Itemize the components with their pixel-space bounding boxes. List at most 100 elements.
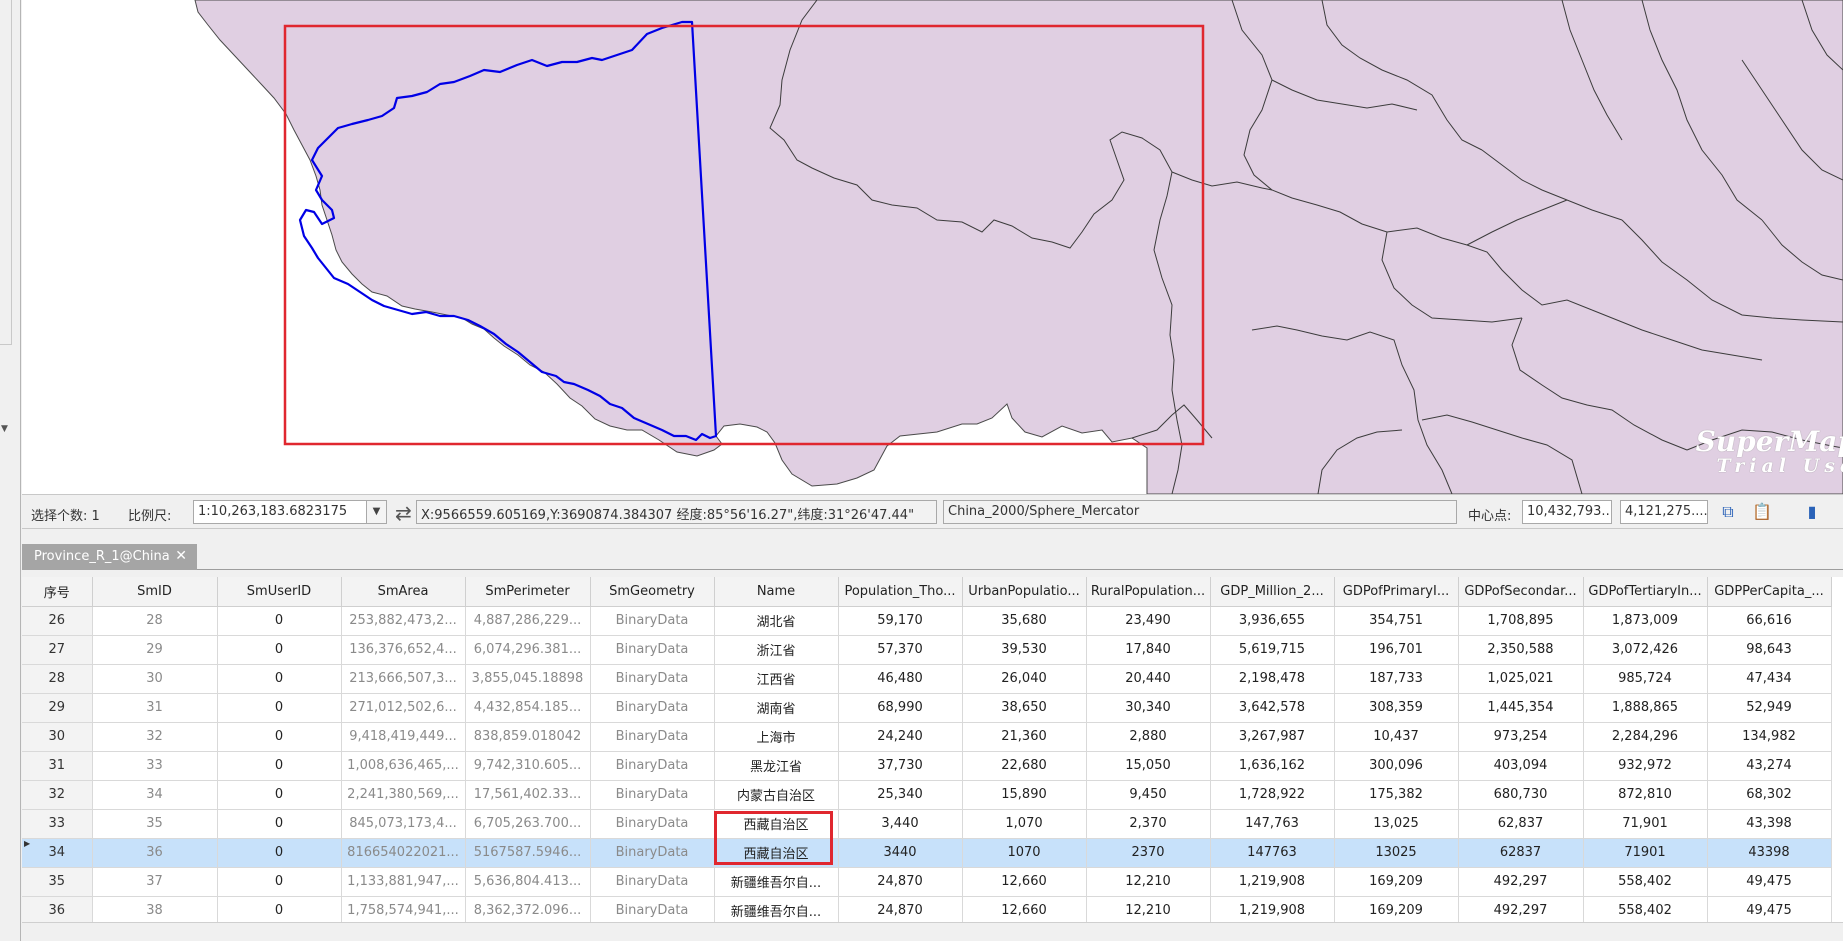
table-cell[interactable]: 3440	[838, 838, 963, 868]
table-cell[interactable]: 39,530	[962, 635, 1087, 665]
close-icon[interactable]: ✕	[175, 548, 187, 564]
row-index-cell[interactable]: 36	[22, 896, 93, 922]
table-cell[interactable]: 147,763	[1210, 809, 1335, 839]
table-cell[interactable]: BinaryData	[590, 606, 715, 636]
table-cell[interactable]: 169,209	[1334, 867, 1459, 897]
attribute-table[interactable]: 序号 SmID SmUserID SmArea SmPerimeter SmGeometr…	[22, 577, 1843, 922]
center-y-input[interactable]: 4,121,275....	[1620, 500, 1708, 524]
table-cell[interactable]: 134,982	[1707, 722, 1832, 752]
table-cell[interactable]: 1,133,881,947,...	[341, 867, 466, 897]
table-cell[interactable]: BinaryData	[590, 635, 715, 665]
table-cell[interactable]: 2,370	[1086, 809, 1211, 839]
column-header[interactable]: GDP_Million_2...	[1210, 577, 1335, 607]
table-cell[interactable]: 492,297	[1458, 896, 1584, 922]
table-cell[interactable]: 37	[92, 867, 218, 897]
table-cell[interactable]: 43398	[1707, 838, 1832, 868]
table-cell[interactable]: 1,728,922	[1210, 780, 1335, 810]
table-cell[interactable]: 187,733	[1334, 664, 1459, 694]
scale-dropdown-icon[interactable]: ▼	[367, 500, 387, 524]
table-cell[interactable]: BinaryData	[590, 867, 715, 897]
table-cell[interactable]: 35,680	[962, 606, 1087, 636]
table-cell[interactable]: 62837	[1458, 838, 1584, 868]
table-cell[interactable]: 6,705,263.700...	[465, 809, 591, 839]
table-cell[interactable]: 0	[217, 751, 342, 781]
table-cell[interactable]: 3,936,655	[1210, 606, 1335, 636]
table-cell[interactable]: 985,724	[1583, 664, 1708, 694]
table-cell[interactable]: 15,050	[1086, 751, 1211, 781]
table-cell[interactable]: 23,490	[1086, 606, 1211, 636]
table-cell[interactable]: 1,708,895	[1458, 606, 1584, 636]
table-cell[interactable]: 213,666,507,3...	[341, 664, 466, 694]
map-view[interactable]: SuperMap Trial Use	[22, 0, 1843, 494]
table-cell[interactable]: 4,432,854.185...	[465, 693, 591, 723]
table-cell[interactable]: 2,198,478	[1210, 664, 1335, 694]
table-cell[interactable]: 20,440	[1086, 664, 1211, 694]
table-cell[interactable]: 9,742,310.605...	[465, 751, 591, 781]
projection-field[interactable]: China_2000/Sphere_Mercator	[943, 500, 1457, 524]
table-cell[interactable]: 38	[92, 896, 218, 922]
table-cell[interactable]: BinaryData	[590, 809, 715, 839]
table-cell[interactable]: 816654022021...	[341, 838, 466, 868]
column-header[interactable]: RuralPopulation...	[1086, 577, 1211, 607]
table-cell[interactable]: 36	[92, 838, 218, 868]
table-cell[interactable]: 0	[217, 722, 342, 752]
table-cell[interactable]: 2,241,380,569,...	[341, 780, 466, 810]
table-cell[interactable]: 0	[217, 867, 342, 897]
table-cell[interactable]: 22,680	[962, 751, 1087, 781]
table-cell[interactable]: 1,025,021	[1458, 664, 1584, 694]
table-row[interactable]: 28 30 0 213,666,507,3... 3,855,045.18898 Bina…	[22, 664, 1832, 694]
column-header[interactable]: SmUserID	[217, 577, 342, 607]
table-cell[interactable]: 558,402	[1583, 867, 1708, 897]
table-cell[interactable]: 12,660	[962, 896, 1087, 922]
table-row[interactable]: 35 37 0 1,133,881,947,... 5,636,804.413... Bi…	[22, 867, 1832, 897]
row-index-cell[interactable]: 27	[22, 635, 93, 665]
table-row[interactable]: 32 34 0 2,241,380,569,... 17,561,402.33... Bi…	[22, 780, 1832, 810]
row-index-cell[interactable]: 29	[22, 693, 93, 723]
table-cell[interactable]: 29	[92, 635, 218, 665]
table-cell[interactable]: 43,398	[1707, 809, 1832, 839]
table-cell[interactable]: 西藏自治区	[714, 809, 839, 839]
copy-icon[interactable]: ⧉	[1716, 501, 1740, 523]
table-cell[interactable]: 1,219,908	[1210, 896, 1335, 922]
table-cell[interactable]: 0	[217, 635, 342, 665]
table-cell[interactable]: 147763	[1210, 838, 1335, 868]
table-cell[interactable]: 9,450	[1086, 780, 1211, 810]
row-index-cell[interactable]: 28	[22, 664, 93, 694]
column-header[interactable]: SmPerimeter	[465, 577, 591, 607]
swap-icon[interactable]: ⇄	[395, 501, 412, 525]
table-cell[interactable]: 3,267,987	[1210, 722, 1335, 752]
table-cell[interactable]: 3,072,426	[1583, 635, 1708, 665]
table-cell[interactable]: 66,616	[1707, 606, 1832, 636]
table-cell[interactable]: 136,376,652,4...	[341, 635, 466, 665]
table-row[interactable]: 26 28 0 253,882,473,2... 4,887,286,229... Bin…	[22, 606, 1832, 636]
table-cell[interactable]: 6,074,296.381...	[465, 635, 591, 665]
table-cell[interactable]: 253,882,473,2...	[341, 606, 466, 636]
bookmark-icon[interactable]: ▮	[1800, 501, 1824, 523]
row-index-cell[interactable]: 30	[22, 722, 93, 752]
column-header[interactable]: Name	[714, 577, 839, 607]
table-cell[interactable]: 13025	[1334, 838, 1459, 868]
table-cell[interactable]: 1,445,354	[1458, 693, 1584, 723]
table-cell[interactable]: 24,870	[838, 867, 963, 897]
table-cell[interactable]: 845,073,173,4...	[341, 809, 466, 839]
table-cell[interactable]: 932,972	[1583, 751, 1708, 781]
table-cell[interactable]: 10,437	[1334, 722, 1459, 752]
column-header[interactable]: GDPofSecondar...	[1458, 577, 1584, 607]
column-header[interactable]: SmGeometry	[590, 577, 715, 607]
column-header[interactable]: SmArea	[341, 577, 466, 607]
table-cell[interactable]: 47,434	[1707, 664, 1832, 694]
table-cell[interactable]: 12,210	[1086, 867, 1211, 897]
table-cell[interactable]: 32	[92, 722, 218, 752]
table-cell[interactable]: 68,990	[838, 693, 963, 723]
row-index-cell[interactable]: 33	[22, 809, 93, 839]
paste-icon[interactable]: 📋	[1750, 501, 1774, 523]
table-cell[interactable]: 21,360	[962, 722, 1087, 752]
table-cell[interactable]: 308,359	[1334, 693, 1459, 723]
table-cell[interactable]: 31	[92, 693, 218, 723]
center-x-input[interactable]: 10,432,793...	[1522, 500, 1612, 524]
table-row[interactable]: 36 38 0 1,758,574,941,... 8,362,372.096... Bi…	[22, 896, 1832, 922]
table-cell[interactable]: 湖北省	[714, 606, 839, 636]
table-cell[interactable]: 98,643	[1707, 635, 1832, 665]
table-cell[interactable]: 175,382	[1334, 780, 1459, 810]
table-cell[interactable]: 0	[217, 693, 342, 723]
